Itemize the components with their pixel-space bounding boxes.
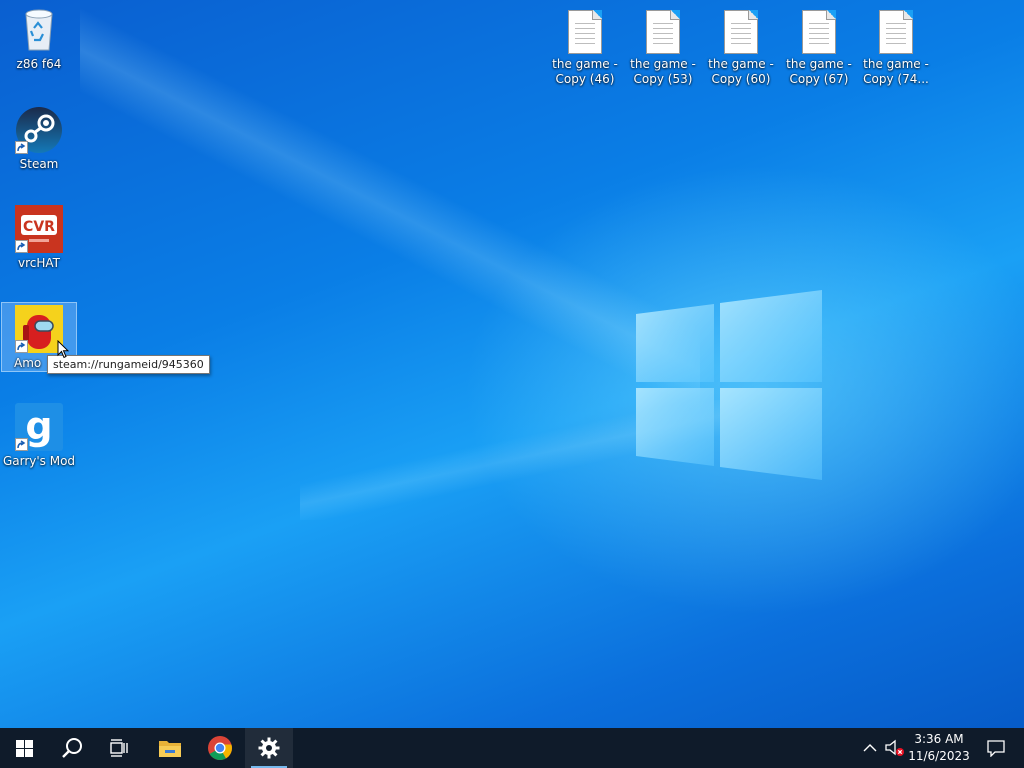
- mouse-cursor-icon: [57, 340, 69, 359]
- desktop-icon-label: the game - Copy (74...: [863, 57, 929, 86]
- desktop-icon-file[interactable]: the game - Copy (74...: [859, 8, 933, 87]
- desktop-icon-file[interactable]: the game - Copy (60): [704, 8, 778, 87]
- steam-icon: [15, 106, 63, 154]
- desktop-icon-steam[interactable]: Steam: [2, 106, 76, 172]
- garrys-mod-logo-text: g: [25, 404, 52, 448]
- taskbar-clock[interactable]: 3:36 AM 11/6/2023: [904, 728, 974, 768]
- desktop-icon-label: the game - Copy (46): [552, 57, 618, 86]
- settings-button[interactable]: [245, 728, 293, 768]
- folder-icon: [159, 741, 181, 757]
- icon-tooltip: steam://rungameid/945360: [47, 355, 210, 374]
- text-file-icon: [646, 10, 680, 54]
- text-file-icon: [802, 10, 836, 54]
- volume-muted-icon: [885, 739, 904, 756]
- task-view-button[interactable]: [96, 728, 144, 768]
- shortcut-arrow-icon: [15, 240, 28, 253]
- desktop-icon-garrys-mod[interactable]: g Garry's Mod: [2, 403, 76, 469]
- shortcut-arrow-icon: [15, 340, 28, 353]
- desktop-icon-label: z86 f64: [16, 57, 62, 71]
- action-center-button[interactable]: [976, 728, 1016, 768]
- desktop-icon-file[interactable]: the game - Copy (67): [782, 8, 856, 87]
- desktop-icon-recycle-bin[interactable]: z86 f64: [2, 6, 76, 72]
- shortcut-arrow-icon: [15, 141, 28, 154]
- search-icon: [62, 738, 82, 758]
- desktop-icon-label: Steam: [19, 157, 59, 171]
- shortcut-arrow-icon: [15, 438, 28, 451]
- file-explorer-button[interactable]: [146, 728, 194, 768]
- chrome-button[interactable]: [196, 728, 244, 768]
- desktop-icon-file[interactable]: the game - Copy (53): [626, 8, 700, 87]
- task-view-icon: [110, 739, 128, 757]
- desktop-icon-label: Garry's Mod: [2, 454, 76, 468]
- vrchat-icon: CVR: [15, 205, 63, 253]
- text-file-icon: [568, 10, 602, 54]
- desktop-icon-label: the game - Copy (53): [630, 57, 696, 86]
- desktop-icon-label: vrcHAT: [18, 256, 60, 270]
- recycle-bin-icon: [15, 6, 63, 54]
- windows-start-icon: [15, 739, 33, 757]
- search-button[interactable]: [48, 728, 96, 768]
- garrys-mod-icon: g: [15, 403, 63, 451]
- action-center-icon: [987, 740, 1005, 757]
- desktop-icon-label: the game - Copy (60): [708, 57, 774, 86]
- start-button[interactable]: [0, 728, 48, 768]
- desktop-icon-label: the game - Copy (67): [786, 57, 852, 86]
- chevron-up-icon: [863, 744, 877, 752]
- text-file-icon: [724, 10, 758, 54]
- chrome-icon: [208, 736, 232, 761]
- among-us-icon: [15, 305, 63, 353]
- wallpaper-windows-logo: [636, 290, 822, 480]
- vrchat-logo-text: CVR: [23, 219, 55, 235]
- show-hidden-icons-button[interactable]: [858, 728, 882, 768]
- text-file-icon: [879, 10, 913, 54]
- desktop-icon-file[interactable]: the game - Copy (46): [548, 8, 622, 87]
- desktop[interactable]: z86 f64 Steam CVR vrcHAT Amo g Garry's M…: [0, 0, 1024, 728]
- gear-icon: [258, 737, 280, 759]
- taskbar: 3:36 AM 11/6/2023: [0, 728, 1024, 768]
- clock-time: 3:36 AM: [914, 732, 964, 746]
- desktop-icon-vrchat[interactable]: CVR vrcHAT: [2, 205, 76, 271]
- clock-date: 11/6/2023: [908, 749, 970, 763]
